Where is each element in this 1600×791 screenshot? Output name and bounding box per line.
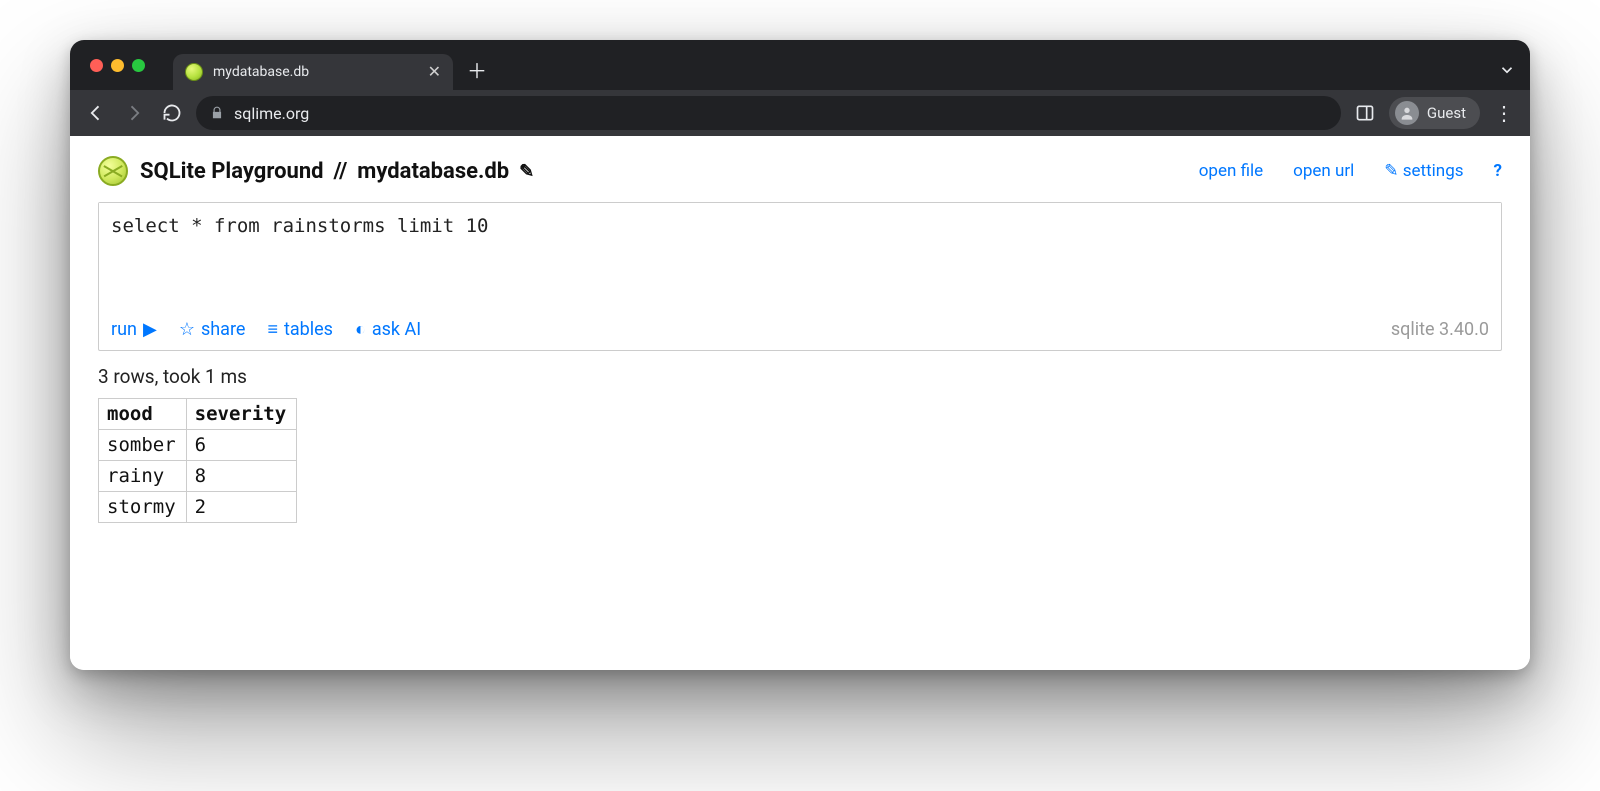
tab-strip: mydatabase.db ✕ ＋ [70, 40, 1530, 90]
tab-list-button[interactable] [1498, 61, 1516, 79]
results-table: mood severity somber 6 rainy 8 stormy 2 [98, 398, 297, 523]
profile-label: Guest [1427, 104, 1466, 122]
lime-logo-icon [98, 156, 128, 186]
tables-button[interactable]: ≡ tables [267, 319, 333, 340]
open-file-link[interactable]: open file [1199, 161, 1263, 181]
address-text: sqlime.org [234, 104, 309, 123]
play-icon: ▶ [143, 319, 157, 340]
minimize-window-button[interactable] [111, 59, 124, 72]
lime-favicon-icon [185, 63, 203, 81]
app-name: SQLite Playground [140, 159, 324, 184]
sqlite-version: sqlite 3.40.0 [1391, 319, 1489, 340]
side-panel-button[interactable] [1351, 99, 1379, 127]
sql-editor-panel: run ▶ ☆ share ≡ tables ◐ ask AI sqlite 3… [98, 202, 1502, 351]
tab-title: mydatabase.db [213, 64, 418, 80]
list-icon: ≡ [267, 319, 278, 340]
globe-icon: ◐ [355, 319, 366, 340]
avatar-icon [1395, 101, 1419, 125]
header-links: open file open url ✎ settings ? [1199, 161, 1502, 181]
help-link[interactable]: ? [1494, 161, 1502, 181]
close-window-button[interactable] [90, 59, 103, 72]
reload-button[interactable] [158, 99, 186, 127]
run-button[interactable]: run ▶ [111, 319, 157, 340]
cell: rainy [99, 461, 187, 492]
share-button[interactable]: ☆ share [179, 319, 246, 340]
table-row: somber 6 [99, 430, 297, 461]
title-separator: // [334, 159, 348, 184]
result-status: 3 rows, took 1 ms [98, 365, 1502, 388]
profile-button[interactable]: Guest [1389, 97, 1480, 129]
lock-icon [210, 106, 224, 120]
address-bar[interactable]: sqlime.org [196, 96, 1341, 130]
cell: 2 [186, 492, 297, 523]
cell: stormy [99, 492, 187, 523]
new-tab-button[interactable]: ＋ [463, 57, 491, 85]
ask-ai-button[interactable]: ◐ ask AI [355, 319, 421, 340]
page-content: SQLite Playground // mydatabase.db ✎ ope… [70, 136, 1530, 670]
star-icon: ☆ [179, 319, 195, 340]
browser-tab[interactable]: mydatabase.db ✕ [173, 54, 453, 90]
cell: somber [99, 430, 187, 461]
browser-menu-button[interactable]: ⋮ [1490, 101, 1518, 125]
editor-toolbar: run ▶ ☆ share ≡ tables ◐ ask AI sqlite 3… [99, 313, 1501, 350]
table-row: stormy 2 [99, 492, 297, 523]
page-header: SQLite Playground // mydatabase.db ✎ ope… [98, 156, 1502, 186]
close-tab-button[interactable]: ✕ [428, 64, 441, 80]
column-header: mood [99, 399, 187, 430]
browser-window: mydatabase.db ✕ ＋ sqlime.org [70, 40, 1530, 670]
sql-input[interactable] [99, 203, 1501, 313]
window-controls [90, 59, 145, 72]
page-title: SQLite Playground // mydatabase.db ✎ [140, 159, 534, 184]
settings-link[interactable]: ✎ settings [1384, 161, 1463, 181]
table-row: rainy 8 [99, 461, 297, 492]
browser-toolbar: sqlime.org Guest ⋮ [70, 90, 1530, 136]
forward-button[interactable] [120, 99, 148, 127]
cell: 8 [186, 461, 297, 492]
back-button[interactable] [82, 99, 110, 127]
column-header: severity [186, 399, 297, 430]
pencil-icon[interactable]: ✎ [519, 161, 534, 182]
db-name: mydatabase.db [357, 159, 509, 184]
open-url-link[interactable]: open url [1293, 161, 1354, 181]
zoom-window-button[interactable] [132, 59, 145, 72]
cell: 6 [186, 430, 297, 461]
